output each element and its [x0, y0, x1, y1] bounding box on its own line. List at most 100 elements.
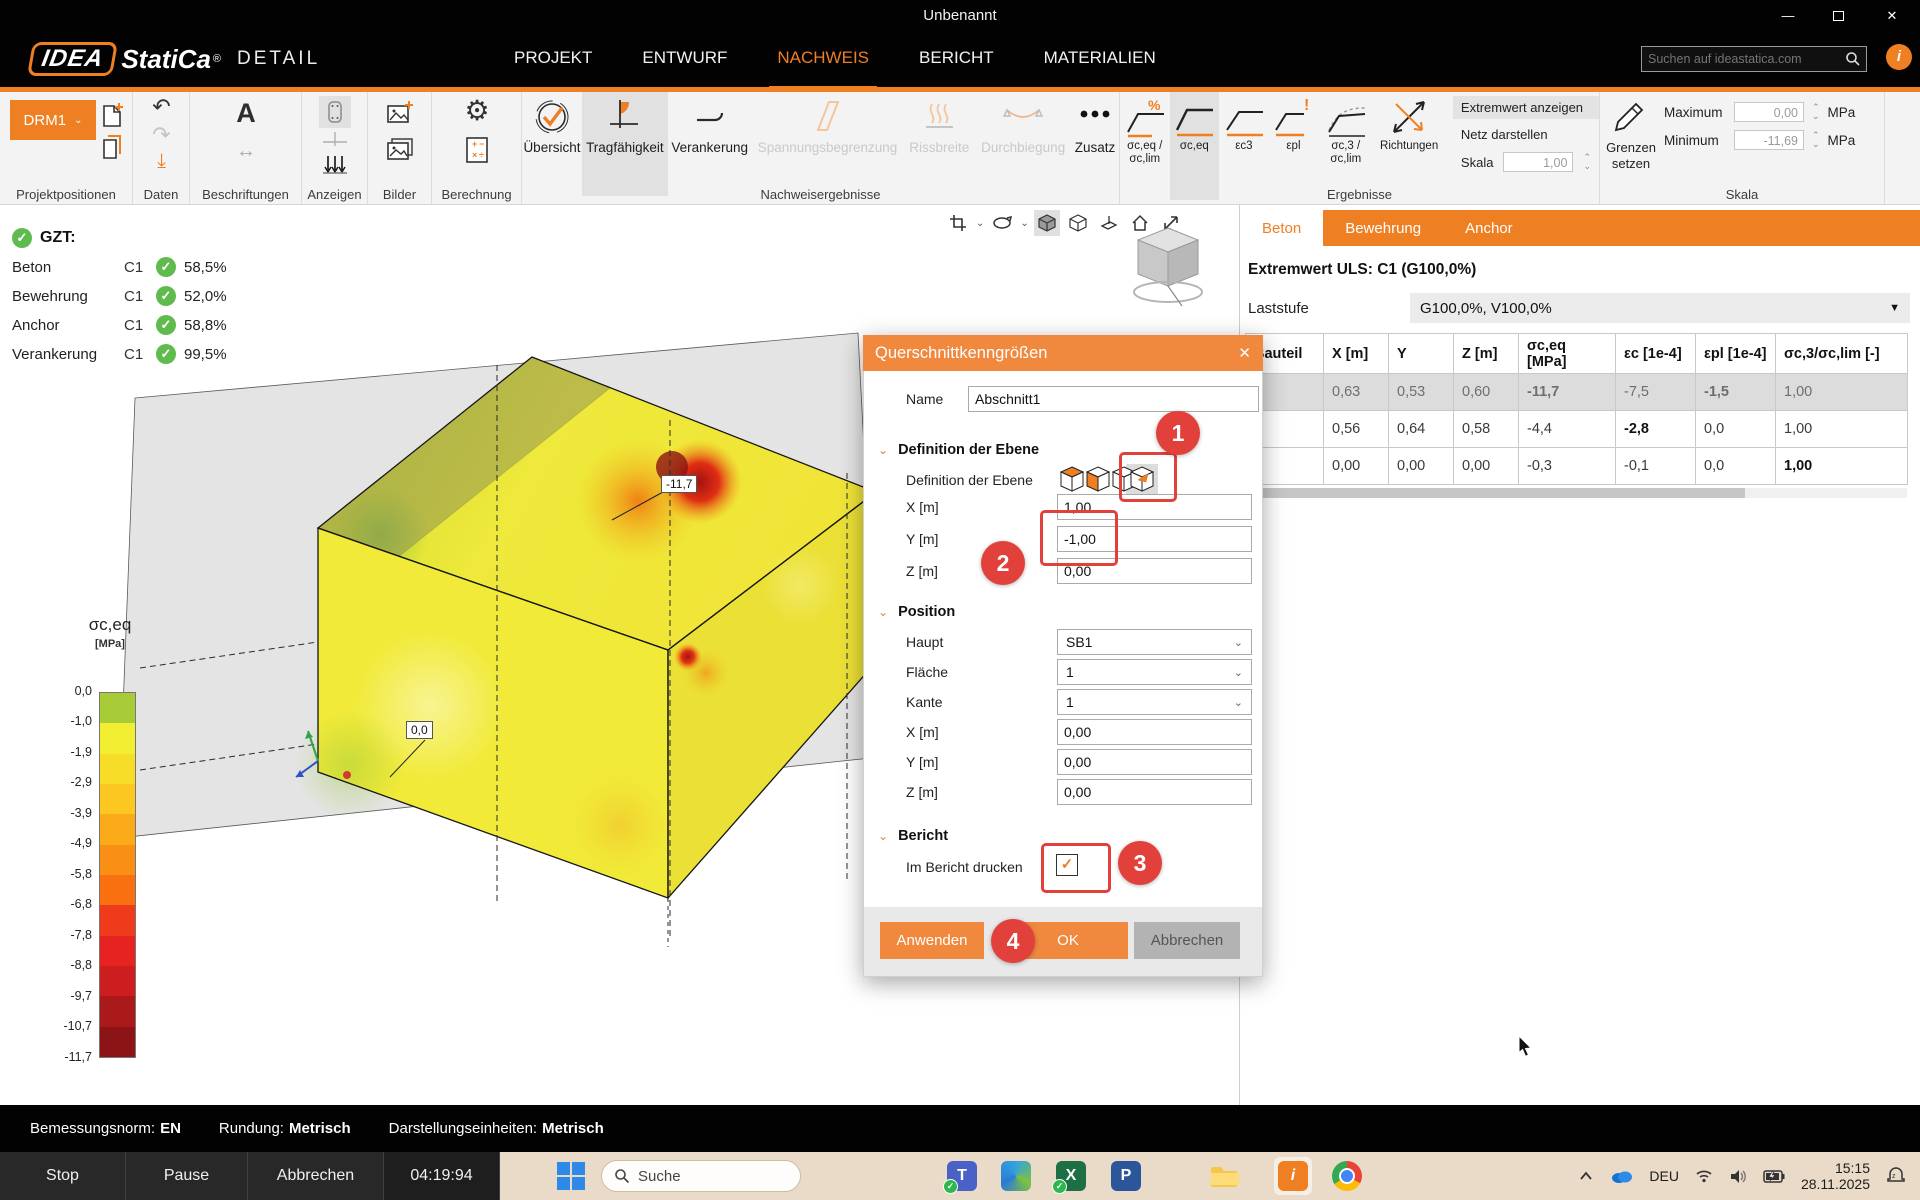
calculation-settings-icon[interactable]: ⚙: [432, 94, 522, 127]
tab-bewehrung[interactable]: Bewehrung: [1323, 210, 1443, 246]
extremwert-anzeigen-toggle[interactable]: Extremwert anzeigen: [1453, 96, 1599, 119]
grenzen-setzen-button[interactable]: Grenzen setzen: [1602, 140, 1660, 171]
navigation-cube[interactable]: [1128, 222, 1208, 319]
dialog-close-icon[interactable]: ✕: [1238, 344, 1251, 362]
header-search[interactable]: [1641, 46, 1867, 72]
nav-bericht[interactable]: BERICHT: [905, 32, 1008, 87]
plane-option-front-icon[interactable]: [1086, 466, 1110, 492]
minimum-input[interactable]: -11,69: [1734, 130, 1804, 150]
table-horizontal-scrollbar[interactable]: [1245, 488, 1907, 498]
copy-position-icon[interactable]: [100, 134, 124, 160]
orbit-view-button[interactable]: [989, 210, 1015, 236]
speaker-icon[interactable]: [1729, 1169, 1747, 1184]
info-button[interactable]: i: [1886, 44, 1912, 70]
chevron-down-icon[interactable]: ⌄: [1020, 218, 1028, 229]
language-indicator[interactable]: DEU: [1649, 1168, 1679, 1184]
taskbar-app-excel[interactable]: X✓: [1056, 1161, 1086, 1191]
pos-x-field[interactable]: [1057, 719, 1252, 745]
chevron-down-icon[interactable]: ⌄: [976, 218, 984, 229]
solid-view-button[interactable]: [1034, 210, 1060, 236]
minimize-button[interactable]: —: [1768, 4, 1808, 28]
pencil-icon[interactable]: [1610, 100, 1646, 140]
taskbar-folder[interactable]: [1209, 1161, 1239, 1191]
close-button[interactable]: ✕: [1872, 4, 1912, 28]
taskbar-search[interactable]: Suche: [601, 1160, 801, 1192]
tab-beton[interactable]: Beton: [1240, 210, 1323, 246]
stop-button[interactable]: Stop: [0, 1152, 126, 1200]
labels-icon[interactable]: A: [190, 98, 302, 129]
calculator-icon[interactable]: +−×÷: [465, 136, 489, 164]
abort-button[interactable]: Abbrechen: [248, 1152, 384, 1200]
dialog-titlebar[interactable]: Querschnittkenngrößen ✕: [863, 335, 1263, 371]
show-reinforcement-toggle[interactable]: [319, 96, 351, 128]
tray-chevron-icon[interactable]: [1579, 1171, 1593, 1181]
check-zusatz[interactable]: Zusatz: [1071, 92, 1119, 180]
check-verankerung[interactable]: Verankerung: [668, 92, 752, 180]
project-position-dropdown[interactable]: DRM1⌄: [10, 100, 96, 140]
haupt-dropdown[interactable]: SB1⌄: [1057, 629, 1252, 655]
pos-z-field[interactable]: [1057, 779, 1252, 805]
result-sceq-sclim[interactable]: % σc,eq / σc,lim: [1120, 92, 1170, 166]
stepper-arrows[interactable]: ⌃⌄: [1812, 103, 1820, 121]
table-row[interactable]: 0,63 0,53 0,60 -11,7 -7,5 -1,5 1,00: [1246, 374, 1908, 411]
pause-button[interactable]: Pause: [126, 1152, 248, 1200]
wifi-icon[interactable]: [1695, 1169, 1713, 1183]
y-field[interactable]: [1057, 526, 1252, 552]
undo-icon[interactable]: ↶: [133, 94, 190, 120]
tab-anchor[interactable]: Anchor: [1443, 210, 1535, 246]
check-uebersicht[interactable]: Übersicht: [522, 92, 582, 180]
z-field[interactable]: [1057, 558, 1252, 584]
table-row[interactable]: 0,56 0,64 0,58 -4,4 -2,8 0,0 1,00: [1246, 411, 1908, 448]
flaeche-dropdown[interactable]: 1⌄: [1057, 659, 1252, 685]
taskbar-app-chrome[interactable]: [1332, 1161, 1362, 1191]
nav-materialien[interactable]: MATERIALIEN: [1030, 32, 1170, 87]
nav-nachweis[interactable]: NACHWEIS: [763, 32, 883, 87]
add-position-icon[interactable]: [100, 102, 124, 128]
result-sc3-sclim[interactable]: σc,3 / σc,lim: [1318, 92, 1373, 166]
result-epl[interactable]: ! εpl: [1269, 92, 1319, 153]
name-field[interactable]: [968, 386, 1259, 412]
section-ebene[interactable]: ⌄Definition der Ebene: [878, 442, 1039, 458]
windows-start-button[interactable]: [557, 1162, 585, 1190]
taskbar-app-idea-statica[interactable]: i: [1278, 1161, 1308, 1191]
pos-y-field[interactable]: [1057, 749, 1252, 775]
laststufe-dropdown[interactable]: G100,0%, V100,0%▼: [1410, 293, 1910, 323]
maximize-button[interactable]: [1818, 4, 1858, 28]
nav-entwurf[interactable]: ENTWURF: [628, 32, 741, 87]
dimensions-icon[interactable]: ↔: [190, 140, 302, 163]
battery-icon[interactable]: [1763, 1170, 1785, 1183]
result-richtungen[interactable]: Richtungen: [1373, 92, 1445, 153]
scrollbar-thumb[interactable]: [1245, 488, 1745, 498]
stepper-arrows[interactable]: ⌃⌄: [1812, 131, 1820, 149]
im-bericht-drucken-checkbox[interactable]: ✓: [1056, 854, 1078, 876]
abbrechen-button[interactable]: Abbrechen: [1134, 922, 1240, 959]
section-position[interactable]: ⌄Position: [878, 604, 955, 620]
plane-option-top-icon[interactable]: [1060, 466, 1084, 492]
onedrive-icon[interactable]: [1609, 1168, 1633, 1184]
scale-factor-input[interactable]: 1,00: [1503, 152, 1573, 172]
section-bericht[interactable]: ⌄Bericht: [878, 828, 948, 844]
wireframe-view-button[interactable]: [1065, 210, 1091, 236]
result-sceq[interactable]: σc,eq: [1170, 92, 1220, 200]
taskbar-app-edge[interactable]: [1001, 1161, 1031, 1191]
loads-icon[interactable]: [321, 154, 349, 178]
maximum-input[interactable]: 0,00: [1734, 102, 1804, 122]
nav-projekt[interactable]: PROJEKT: [500, 32, 606, 87]
taskbar-app-p[interactable]: P: [1111, 1161, 1141, 1191]
import-icon[interactable]: ⤓: [133, 150, 190, 173]
crop-view-button[interactable]: [945, 210, 971, 236]
header-search-input[interactable]: [1642, 52, 1844, 66]
anwenden-button[interactable]: Anwenden: [880, 922, 984, 959]
axes-icon[interactable]: [323, 132, 347, 152]
plane-option-general-icon[interactable]: [1130, 466, 1154, 492]
taskbar-clock[interactable]: 15:15 28.11.2025: [1801, 1160, 1870, 1192]
result-ec3[interactable]: εc3: [1219, 92, 1269, 153]
check-tragfaehigkeit[interactable]: Tragfähigkeit: [582, 92, 668, 196]
kante-dropdown[interactable]: 1⌄: [1057, 689, 1252, 715]
images-icon[interactable]: [386, 136, 414, 162]
stepper-arrows[interactable]: ⌃⌄: [1583, 153, 1591, 171]
netz-darstellen-toggle[interactable]: Netz darstellen: [1453, 123, 1599, 146]
plane-view-button[interactable]: [1096, 210, 1122, 236]
x-field[interactable]: [1057, 494, 1252, 520]
add-image-icon[interactable]: [386, 100, 414, 126]
